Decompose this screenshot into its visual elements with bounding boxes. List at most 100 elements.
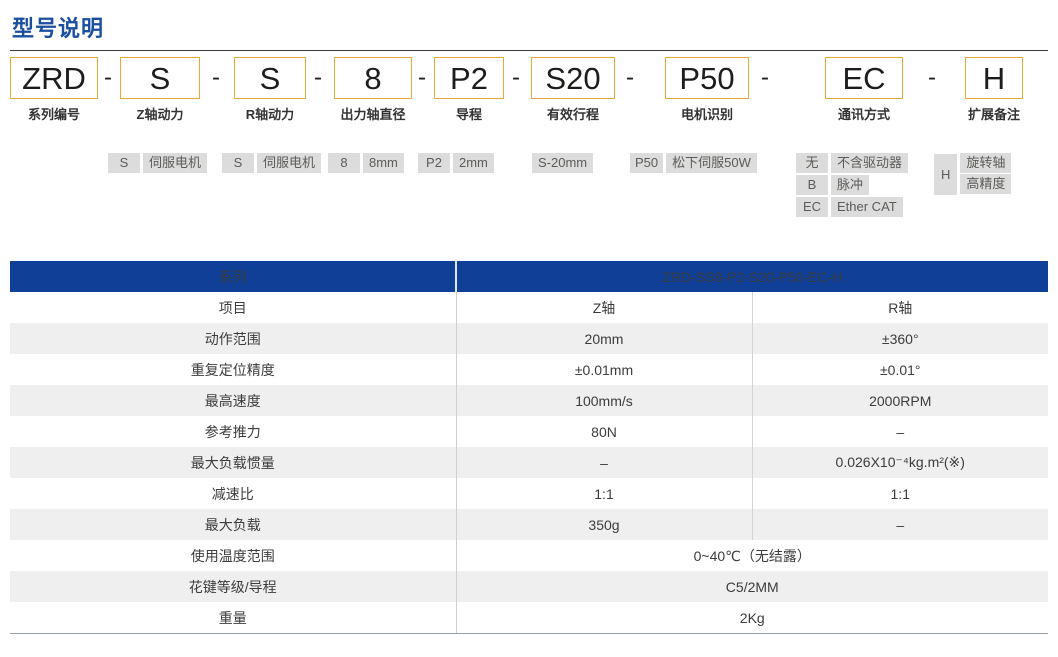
- legend-row: 88mm: [328, 153, 404, 173]
- legend-value-line: 高精度: [960, 174, 1011, 194]
- code-segment-5: P2导程: [434, 57, 504, 123]
- code-caption-4: 出力轴直径: [334, 104, 412, 123]
- legend-group-r-axis-power: S伺服电机: [222, 153, 321, 175]
- spec-value-r-axis: ±0.01°: [752, 354, 1048, 385]
- legend-key: S: [222, 153, 254, 173]
- header-model-name: ZRD-SS8-P2-S20-P50-EC-H: [456, 261, 1048, 292]
- code-box-8: EC: [825, 57, 903, 99]
- legend-key: H: [934, 154, 957, 195]
- code-caption-1: 系列编号: [10, 104, 98, 123]
- code-caption-2: Z轴动力: [120, 104, 200, 123]
- spec-item-label: 重量: [10, 602, 456, 634]
- table-row: 花键等级/导程C5/2MM: [10, 571, 1048, 602]
- spec-item-label: 最大负载惯量: [10, 447, 456, 478]
- code-box-1: ZRD: [10, 57, 98, 99]
- legend-value: 伺服电机: [257, 153, 321, 173]
- spec-table-head: 系列 ZRD-SS8-P2-S20-P50-EC-H: [10, 261, 1048, 292]
- legend-value: 8mm: [363, 153, 404, 173]
- code-segment-1: ZRD 系列编号: [10, 57, 98, 123]
- spec-value-z-axis: 20mm: [456, 323, 752, 354]
- spec-table-header-row: 系列 ZRD-SS8-P2-S20-P50-EC-H: [10, 261, 1048, 292]
- legend-value: 松下伺服50W: [666, 153, 757, 173]
- legend-key: 8: [328, 153, 360, 173]
- code-segment-6: S20有效行程: [531, 57, 615, 123]
- code-box-7: P50: [665, 57, 749, 99]
- legend-row: B脉冲: [796, 175, 908, 195]
- legend-group-motor-id: P50松下伺服50W: [630, 153, 757, 175]
- legend-value: S-20mm: [532, 153, 593, 173]
- code-segment-7: P50 电机识别: [665, 57, 749, 123]
- spec-value-z-axis: Z轴: [456, 292, 752, 323]
- code-segment-4: 8 出力轴直径: [334, 57, 412, 123]
- table-row: 项目Z轴R轴: [10, 292, 1048, 323]
- spec-item-label: 参考推力: [10, 416, 456, 447]
- table-row: 最大负载惯量–0.026X10⁻⁴kg.m²(※): [10, 447, 1048, 478]
- spec-value-combined: C5/2MM: [456, 571, 1048, 602]
- code-separator-6: -: [622, 57, 638, 99]
- header-series-label: 系列: [10, 261, 456, 292]
- legend-row: P22mm: [418, 153, 494, 173]
- spec-value-z-axis: –: [456, 447, 752, 478]
- legend-row: ECEther CAT: [796, 197, 908, 217]
- spec-item-label: 重复定位精度: [10, 354, 456, 385]
- code-separator-4: -: [414, 57, 430, 99]
- code-segment-8: EC通讯方式: [825, 57, 903, 123]
- spec-item-label: 最高速度: [10, 385, 456, 416]
- legend-value-stack: 旋转轴高精度: [960, 153, 1011, 195]
- legend-value: 伺服电机: [143, 153, 207, 173]
- spec-value-r-axis: ±360°: [752, 323, 1048, 354]
- code-separator-1: -: [100, 57, 116, 99]
- legend-group-communication: 无不含驱动器B脉冲ECEther CAT: [796, 153, 908, 219]
- table-row: 动作范围20mm±360°: [10, 323, 1048, 354]
- spec-value-z-axis: 80N: [456, 416, 752, 447]
- spec-value-r-axis: 1:1: [752, 478, 1048, 509]
- legend-value: Ether CAT: [831, 197, 903, 217]
- table-row: 最大负载350g–: [10, 509, 1048, 540]
- spec-value-z-axis: 100mm/s: [456, 385, 752, 416]
- legend-value-line: 旋转轴: [960, 153, 1011, 173]
- legend-row: P50松下伺服50W: [630, 153, 757, 173]
- code-box-3: S: [234, 57, 306, 99]
- spec-value-r-axis: 2000RPM: [752, 385, 1048, 416]
- table-row: 最高速度100mm/s2000RPM: [10, 385, 1048, 416]
- legend-group-output-shaft-diameter: 88mm: [328, 153, 404, 175]
- code-box-5: P2: [434, 57, 504, 99]
- model-code-diagram: ZRD系列编号SZ轴动力SR轴动力8出力轴直径P2导程S20有效行程P50电机识…: [0, 57, 1058, 232]
- legend-group-effective-stroke: S-20mm: [532, 153, 593, 175]
- legend-key: P2: [418, 153, 450, 173]
- code-separator-7: -: [757, 57, 773, 99]
- code-segment-3: S R轴动力: [234, 57, 306, 123]
- table-row: 参考推力80N–: [10, 416, 1048, 447]
- spec-item-label: 减速比: [10, 478, 456, 509]
- spec-value-r-axis: R轴: [752, 292, 1048, 323]
- spec-value-z-axis: ±0.01mm: [456, 354, 752, 385]
- code-segment-9: H扩展备注: [965, 57, 1023, 123]
- spec-table-body: 项目Z轴R轴动作范围20mm±360°重复定位精度±0.01mm±0.01°最高…: [10, 292, 1048, 634]
- table-row: 重复定位精度±0.01mm±0.01°: [10, 354, 1048, 385]
- code-box-4: 8: [334, 57, 412, 99]
- title-divider: [10, 50, 1048, 51]
- code-segment-2: SZ轴动力: [120, 57, 200, 123]
- table-row: 减速比1:11:1: [10, 478, 1048, 509]
- page-title: 型号说明: [12, 14, 1058, 44]
- spec-item-label: 项目: [10, 292, 456, 323]
- legend-value: 2mm: [453, 153, 494, 173]
- spec-value-r-axis: –: [752, 509, 1048, 540]
- legend-group-lead: P22mm: [418, 153, 494, 175]
- code-caption-3: R轴动力: [234, 104, 306, 123]
- legend-group-z-axis-power: S伺服电机: [108, 153, 207, 175]
- legend-key: EC: [796, 197, 828, 217]
- legend-key: P50: [630, 153, 663, 173]
- legend-key: 无: [796, 153, 828, 173]
- legend-value: 脉冲: [831, 175, 869, 195]
- spec-value-combined: 0~40℃（无结露）: [456, 540, 1048, 571]
- code-caption-9: 扩展备注: [965, 104, 1023, 123]
- spec-item-label: 最大负载: [10, 509, 456, 540]
- code-box-6: S20: [531, 57, 615, 99]
- specification-table: 系列 ZRD-SS8-P2-S20-P50-EC-H 项目Z轴R轴动作范围20m…: [10, 261, 1048, 634]
- spec-item-label: 花键等级/导程: [10, 571, 456, 602]
- spec-value-combined: 2Kg: [456, 602, 1048, 634]
- code-caption-7: 电机识别: [665, 104, 749, 123]
- code-separator-5: -: [508, 57, 524, 99]
- code-separator-2: -: [208, 57, 224, 99]
